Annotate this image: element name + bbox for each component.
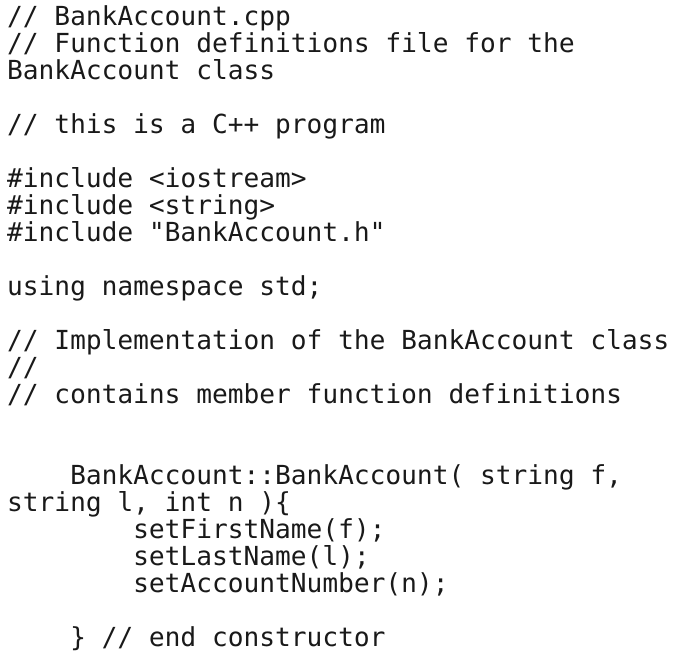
code-line: using namespace std; — [7, 272, 323, 302]
code-line: setAccountNumber(n); — [7, 569, 449, 599]
code-line: string l, int n ){ — [7, 488, 291, 518]
code-line: // Implementation of the BankAccount cla… — [7, 326, 670, 356]
code-listing: // BankAccount.cpp// Function definition… — [0, 0, 700, 653]
code-line: // — [7, 353, 39, 383]
code-line: setFirstName(f); — [7, 515, 386, 545]
code-line: } // end constructor — [7, 623, 386, 653]
code-line: #include "BankAccount.h" — [7, 218, 386, 248]
code-line: #include <string> — [7, 191, 276, 221]
code-line: // BankAccount.cpp — [7, 2, 291, 32]
code-line: BankAccount::BankAccount( string f, — [7, 461, 622, 491]
code-line: // contains member function definitions — [7, 380, 622, 410]
code-line: // Function definitions file for the — [7, 29, 575, 59]
code-line: BankAccount class — [7, 56, 276, 86]
code-line: setLastName(l); — [7, 542, 370, 572]
code-line: // this is a C++ program — [7, 110, 386, 140]
code-line: #include <iostream> — [7, 164, 307, 194]
